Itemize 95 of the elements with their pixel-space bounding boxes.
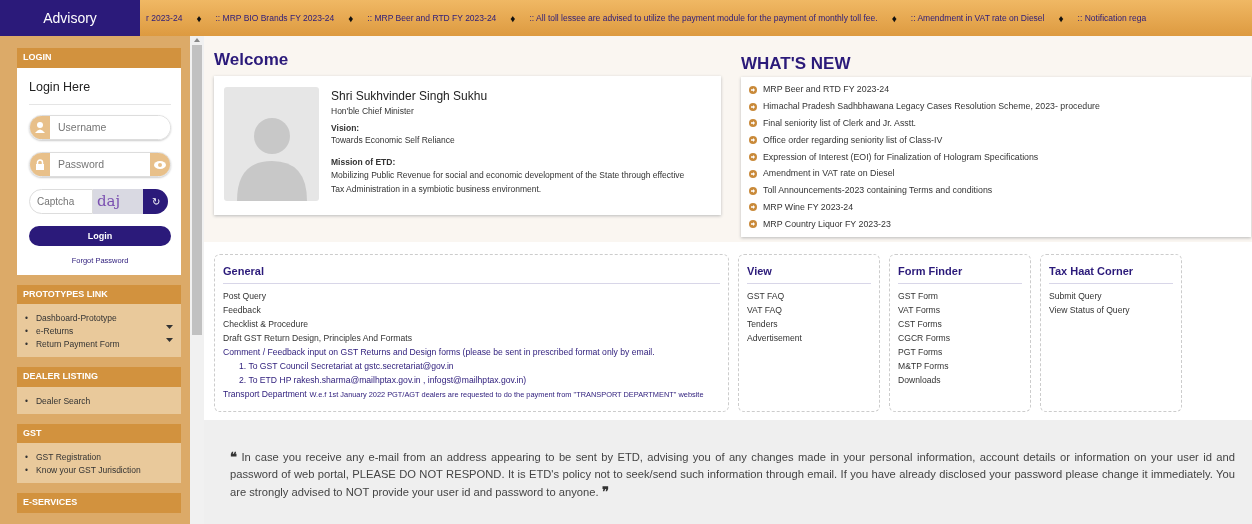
link[interactable]: Advertisement	[747, 331, 871, 346]
input-field[interactable]: Username	[29, 115, 171, 141]
arrow-circle-icon	[749, 220, 757, 229]
arrow-circle-icon	[749, 203, 757, 212]
link[interactable]: Transport Department	[223, 389, 307, 400]
refresh-button[interactable]: ↻	[143, 189, 168, 215]
captcha-image: daj	[93, 189, 143, 215]
news-link[interactable]: Expression of Interest (EOI) for Finalization of Hologram Specifications	[763, 148, 1039, 166]
captcha-field[interactable]: Captcha	[29, 189, 93, 215]
ticker-link[interactable]: :: All toll lessee are advised to utilize the payment module for the payment of monthly toll fee.	[529, 11, 878, 25]
link[interactable]: PGT Forms	[898, 345, 1022, 360]
mission-label: Mission of ETD:	[331, 156, 397, 169]
box-heading: Tax Haat Corner	[1049, 265, 1173, 285]
welcome-heading: Welcome	[214, 50, 290, 71]
mission-text: Mobilizing Public Revenue for social and economic development of the State through effective Tax Administration in a symbiotic business environment.	[331, 169, 686, 197]
scroll-up-icon	[194, 38, 200, 42]
vision-text: Towards Economic Self Reliance	[331, 134, 456, 147]
link[interactable]: Post Query	[223, 289, 720, 304]
menu-link[interactable]: e-Returns	[36, 325, 173, 338]
section-header: LOGIN	[17, 48, 181, 68]
arrow-circle-icon	[749, 169, 757, 178]
email-line: 1. To GST Council Secretariat at gstc.secretariat@gov.in	[238, 360, 455, 374]
section-header: PROTOTYPES LINK	[17, 284, 181, 304]
info-text: Comment / Feedback input on GST Returns and Design forms (please be sent in prescribed format only by email.	[223, 346, 656, 360]
news-link[interactable]: Himachal Pradesh Sadhbhawana Legacy Cases Resolution Scheme, 2023- procedure	[763, 98, 1100, 115]
link[interactable]: Downloads	[898, 373, 1022, 388]
section-header: DEALER LISTING	[17, 367, 181, 387]
arrow-circle-icon	[749, 119, 757, 128]
link[interactable]: CST Forms	[898, 317, 1022, 332]
ticker-link[interactable]: :: Amendment in VAT rate on Diesel	[910, 11, 1045, 25]
separator-icon: ♦	[1058, 10, 1064, 26]
separator-icon: ♦	[196, 10, 202, 26]
input-field[interactable]: Password	[29, 152, 171, 178]
ticker-link[interactable]: r 2023-24	[146, 11, 183, 25]
box-heading: Form Finder	[898, 265, 1022, 285]
link[interactable]: Tenders	[747, 317, 871, 332]
link[interactable]: CGCR Forms	[898, 331, 1022, 346]
news-link[interactable]: MRP Country Liquor FY 2023-23	[763, 215, 891, 233]
eye-icon	[154, 160, 166, 169]
link[interactable]: GST Form	[898, 289, 1022, 304]
box-heading: General	[223, 265, 720, 285]
scrollbar[interactable]	[190, 36, 204, 524]
separator-icon: ♦	[348, 10, 354, 26]
ticker-link[interactable]: :: MRP Beer and RTD FY 2023-24	[367, 11, 497, 25]
bullet-icon: •	[25, 312, 28, 325]
link[interactable]: VAT Forms	[898, 303, 1022, 318]
link[interactable]: View Status of Query	[1049, 303, 1173, 318]
link[interactable]: Checklist & Procedure	[223, 317, 720, 332]
bullet-icon: •	[25, 325, 28, 338]
arrow-circle-icon	[749, 85, 757, 94]
link[interactable]: Submit Query	[1049, 289, 1173, 304]
arrow-circle-icon	[749, 136, 757, 145]
separator-icon: ♦	[891, 10, 897, 26]
menu-link[interactable]: Dealer Search	[36, 394, 173, 408]
menu-link[interactable]: Dashboard-Prototype	[36, 312, 173, 325]
bullet-icon: •	[25, 451, 28, 464]
section-header: E-SERVICES	[17, 493, 181, 513]
box-heading: View	[747, 265, 871, 285]
whats-new-heading: WHAT'S NEW	[741, 54, 852, 75]
section-header: GST	[17, 423, 181, 443]
news-link[interactable]: Office order regarding seniority list of Class-IV	[763, 131, 943, 149]
link[interactable]: Feedback	[223, 303, 720, 318]
bullet-icon: •	[25, 394, 28, 408]
link[interactable]: VAT FAQ	[747, 303, 871, 318]
bullet-icon: •	[25, 338, 28, 351]
login-title: Login Here	[29, 77, 171, 106]
vision-label: Vision:	[331, 122, 361, 135]
arrow-circle-icon	[749, 186, 757, 195]
minister-title: Hon'ble Chief Minister	[331, 105, 415, 118]
news-link[interactable]: MRP Wine FY 2023-24	[763, 198, 854, 216]
arrow-circle-icon	[749, 152, 757, 161]
separator-icon: ♦	[510, 10, 516, 26]
caret-icon	[166, 338, 173, 342]
menu-link[interactable]: Know your GST Jurisdiction	[36, 464, 173, 477]
minister-name: Shri Sukhvinder Singh Sukhu	[331, 88, 489, 106]
email-line: 2. To ETD HP rakesh.sharma@mailhptax.gov.in , infogst@mailhptax.gov.in)	[238, 374, 528, 388]
caret-icon	[166, 325, 173, 329]
login-button[interactable]: Login	[29, 226, 171, 247]
user-icon	[35, 122, 45, 134]
news-link[interactable]: Amendment in VAT rate on Diesel	[763, 165, 895, 183]
ticker-link[interactable]: :: Notification rega	[1077, 11, 1147, 25]
link[interactable]: M&TP Forms	[898, 359, 1022, 374]
lock-icon	[35, 159, 45, 171]
news-link[interactable]: Final seniority list of Clerk and Jr. Asstt.	[763, 115, 917, 132]
ticker-link[interactable]: :: MRP BIO Brands FY 2023-24	[215, 11, 335, 25]
menu-link[interactable]: GST Registration	[36, 451, 173, 464]
advisory-label: Advisory	[0, 0, 140, 36]
arrow-circle-icon	[749, 102, 757, 111]
news-link[interactable]: MRP Beer and RTD FY 2023-24	[763, 81, 890, 99]
bullet-icon: •	[25, 464, 28, 477]
link[interactable]: Draft GST Return Design, Principles And Formats	[223, 331, 720, 346]
notice-text: ❝ In case you receive any e-mail from an address appearing to be sent by ETD, advising you of any changes made in your personal information, account details or information on your user id and password of web portal, PLEASE DO NOT RESPOND. It is ETD's policy not to seek/send such information through email. If you have already disclosed your password please change it immediately. You are strongly advised to NOT provide your user id and password to anyone. ❞	[230, 448, 1235, 501]
link[interactable]: GST FAQ	[747, 289, 871, 304]
menu-link[interactable]: Return Payment Form	[36, 338, 173, 351]
news-link[interactable]: Toll Announcements-2023 containing Terms and conditions	[763, 182, 993, 199]
